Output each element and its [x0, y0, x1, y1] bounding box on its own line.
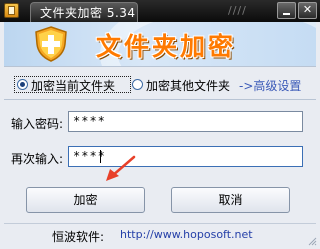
close-button[interactable]: ✕: [298, 2, 317, 19]
confirm-password-label: 再次输入:: [11, 152, 64, 166]
resize-grip-icon[interactable]: [307, 236, 317, 246]
cancel-button[interactable]: 取消: [171, 187, 290, 213]
title-bar[interactable]: 文件夹加密 5.34 //// ✕: [0, 0, 320, 22]
encrypt-button[interactable]: 加密: [26, 187, 145, 213]
footer-label: 恒波软件:: [52, 230, 105, 244]
app-window: 文件夹加密 5.34 //// ✕ 文件夹加密 加密当前文件夹 加密其他文件夹 …: [0, 0, 320, 249]
footer-divider: [4, 223, 316, 224]
text-caret: [100, 150, 101, 163]
advanced-settings-link[interactable]: ->高级设置: [239, 77, 301, 94]
password-label: 输入密码:: [11, 117, 64, 131]
titlebar-grip-decoration: ////: [228, 4, 247, 17]
banner-divider: [4, 66, 316, 67]
radio-current-folder[interactable]: [17, 79, 28, 90]
password-field[interactable]: ****: [68, 111, 303, 132]
options-divider: [4, 99, 316, 100]
banner-title: 文件夹加密: [96, 32, 237, 61]
arrow-icon: [106, 155, 136, 181]
website-link[interactable]: http://www.hoposoft.net: [120, 228, 253, 241]
radio-other-folder[interactable]: [132, 79, 143, 90]
shield-icon: [35, 26, 67, 62]
header-banner: 文件夹加密: [4, 22, 316, 66]
window-title: 文件夹加密 5.34: [40, 6, 136, 20]
app-icon[interactable]: [4, 3, 19, 18]
radio-other-folder-label[interactable]: 加密其他文件夹: [146, 77, 230, 94]
minimize-button[interactable]: [277, 2, 296, 19]
radio-current-folder-label[interactable]: 加密当前文件夹: [31, 77, 115, 94]
